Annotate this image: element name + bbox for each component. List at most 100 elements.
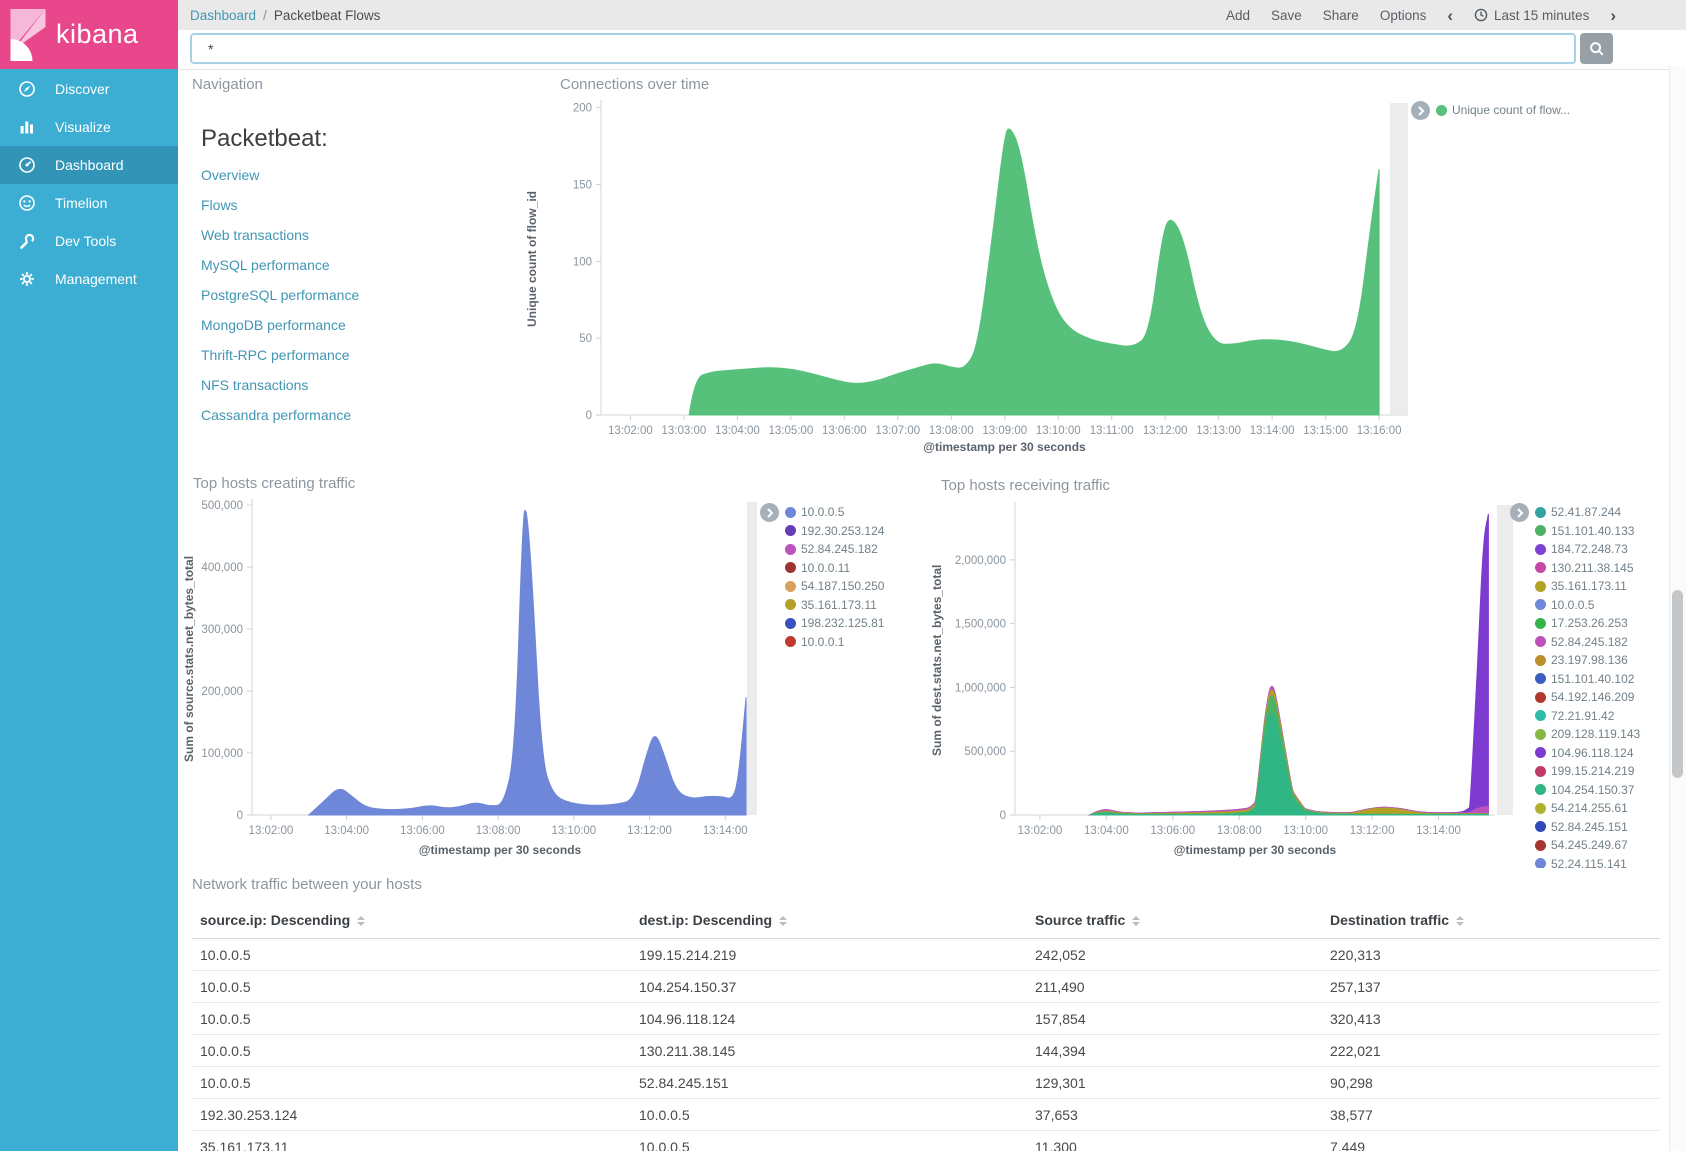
connections-area-chart: 05010015020013:02:0013:03:0013:04:0013:0… [546, 96, 1414, 448]
nav-link-mysql-performance[interactable]: MySQL performance [201, 257, 330, 273]
creating-chart-title: Top hosts creating traffic [193, 475, 355, 492]
legend-toggle-button[interactable] [760, 503, 779, 522]
sidebar-item-management[interactable]: Management [0, 260, 178, 298]
legend-item[interactable]: 151.101.40.102 [1535, 670, 1640, 689]
add-button[interactable]: Add [1226, 8, 1250, 23]
save-button[interactable]: Save [1271, 8, 1302, 23]
legend-item[interactable]: 17.253.26.253 [1535, 614, 1640, 633]
sidebar-item-discover[interactable]: Discover [0, 70, 178, 108]
time-picker[interactable]: Last 15 minutes [1474, 8, 1589, 23]
col-source-traffic[interactable]: Source traffic [1027, 906, 1322, 939]
legend-item[interactable]: 192.30.253.124 [785, 522, 884, 541]
legend-dot-icon [785, 525, 796, 536]
nav-link-item: PostgreSQL performance [201, 287, 359, 317]
legend-item[interactable]: 151.101.40.133 [1535, 522, 1640, 541]
time-back-icon[interactable]: ‹ [1447, 7, 1453, 24]
options-button[interactable]: Options [1380, 8, 1427, 23]
connections-legend: Unique count of flow... [1411, 101, 1570, 120]
legend-item[interactable]: 35.161.173.11 [1535, 577, 1640, 596]
table-row: 10.0.0.552.84.245.151129,30190,298 [192, 1067, 1660, 1099]
nav-link-overview[interactable]: Overview [201, 167, 259, 183]
packetbeat-heading: Packetbeat: [201, 125, 328, 153]
legend-item[interactable]: 10.0.0.5 [1535, 596, 1640, 615]
clock-icon [1474, 8, 1488, 22]
legend-item[interactable]: 52.84.245.182 [785, 540, 884, 559]
time-forward-icon[interactable]: › [1610, 7, 1616, 24]
x-tick-label: 13:11:00 [1090, 425, 1134, 437]
sidebar-item-visualize[interactable]: Visualize [0, 108, 178, 146]
nav-link-nfs-transactions[interactable]: NFS transactions [201, 377, 308, 393]
nav-link-postgresql-performance[interactable]: PostgreSQL performance [201, 287, 359, 303]
legend-item[interactable]: 104.254.150.37 [1535, 781, 1640, 800]
legend-item[interactable]: 52.41.87.244 [1535, 503, 1640, 522]
legend-item[interactable]: 54.245.249.67 [1535, 836, 1640, 855]
legend-item[interactable]: 52.24.115.141 [1535, 855, 1640, 869]
col-source-ip[interactable]: source.ip: Descending [192, 906, 631, 939]
x-tick-label: 13:04:00 [324, 825, 369, 837]
col-destination-traffic[interactable]: Destination traffic [1322, 906, 1660, 939]
legend-toggle-button[interactable] [1411, 101, 1430, 120]
legend-item[interactable]: 10.0.0.1 [785, 633, 884, 652]
creating-y-axis-label: Sum of source.stats.net_bytes_total [181, 502, 197, 815]
legend-item[interactable]: 54.187.150.250 [785, 577, 884, 596]
legend-item[interactable]: 184.72.248.73 [1535, 540, 1640, 559]
y-tick-label: 200 [573, 103, 592, 115]
table-cell: 52.84.245.151 [631, 1067, 1027, 1099]
breadcrumb-dashboard-link[interactable]: Dashboard [190, 8, 256, 23]
sidebar-item-timelion[interactable]: Timelion [0, 184, 178, 222]
sort-icon[interactable] [1132, 916, 1140, 926]
legend-dot-icon [785, 562, 796, 573]
legend-item[interactable]: 104.96.118.124 [1535, 744, 1640, 763]
legend-item[interactable]: 209.128.119.143 [1535, 725, 1640, 744]
legend-item[interactable]: 10.0.0.5 [785, 503, 884, 522]
col-dest-ip[interactable]: dest.ip: Descending [631, 906, 1027, 939]
legend-item[interactable]: 199.15.214.219 [1535, 762, 1640, 781]
table-cell: 144,394 [1027, 1035, 1322, 1067]
nav-link-mongodb-performance[interactable]: MongoDB performance [201, 317, 346, 333]
legend-item[interactable]: 23.197.98.136 [1535, 651, 1640, 670]
legend-dot-icon [1535, 784, 1546, 795]
y-tick-label: 0 [237, 810, 243, 822]
legend-item[interactable]: 35.161.173.11 [785, 596, 884, 615]
table-row: 192.30.253.12410.0.0.537,65338,577 [192, 1099, 1660, 1131]
table-cell: 35.161.173.11 [192, 1131, 631, 1151]
table-cell: 192.30.253.124 [192, 1099, 631, 1131]
nav-link-web-transactions[interactable]: Web transactions [201, 227, 309, 243]
sort-icon[interactable] [779, 916, 787, 926]
connections-chart-title: Connections over time [560, 76, 709, 93]
legend-label: 192.30.253.124 [801, 524, 884, 538]
x-tick-label: 13:10:00 [1283, 825, 1328, 837]
legend-dot-icon [1535, 766, 1546, 777]
sidebar-item-dev-tools[interactable]: Dev Tools [0, 222, 178, 260]
nav-link-cassandra-performance[interactable]: Cassandra performance [201, 407, 351, 423]
share-button[interactable]: Share [1323, 8, 1359, 23]
top-bar: Dashboard / Packetbeat Flows Add Save Sh… [178, 0, 1686, 30]
search-input[interactable] [190, 33, 1576, 64]
legend-toggle-button[interactable] [1510, 503, 1529, 522]
legend-item[interactable]: 54.214.255.61 [1535, 799, 1640, 818]
legend-item[interactable]: 130.211.38.145 [1535, 559, 1640, 578]
legend-label: 52.84.245.151 [1551, 820, 1628, 834]
legend-item[interactable]: 198.232.125.81 [785, 614, 884, 633]
sort-icon[interactable] [1456, 916, 1464, 926]
nav-link-flows[interactable]: Flows [201, 197, 238, 213]
y-tick-label: 2,000,000 [955, 555, 1006, 567]
sort-icon[interactable] [357, 916, 365, 926]
table-panel-title: Network traffic between your hosts [192, 876, 422, 893]
legend-item[interactable]: 54.192.146.209 [1535, 688, 1640, 707]
legend-item[interactable]: Unique count of flow... [1436, 101, 1570, 120]
sidebar-item-dashboard[interactable]: Dashboard [0, 146, 178, 184]
legend-dot-icon [1535, 525, 1546, 536]
table-cell: 37,653 [1027, 1099, 1322, 1131]
legend-item[interactable]: 10.0.0.11 [785, 559, 884, 578]
search-button[interactable] [1580, 33, 1613, 64]
page-scrollbar-thumb[interactable] [1672, 590, 1683, 778]
nav-link-thrift-rpc-performance[interactable]: Thrift-RPC performance [201, 347, 350, 363]
kibana-logo[interactable]: kibana [0, 0, 178, 69]
x-tick-label: 13:04:00 [1084, 825, 1129, 837]
legend-item[interactable]: 52.84.245.151 [1535, 818, 1640, 837]
legend-item[interactable]: 52.84.245.182 [1535, 633, 1640, 652]
legend-item[interactable]: 72.21.91.42 [1535, 707, 1640, 726]
area-series-10.0.0.5 [309, 510, 746, 815]
breadcrumb-separator: / [263, 8, 267, 23]
